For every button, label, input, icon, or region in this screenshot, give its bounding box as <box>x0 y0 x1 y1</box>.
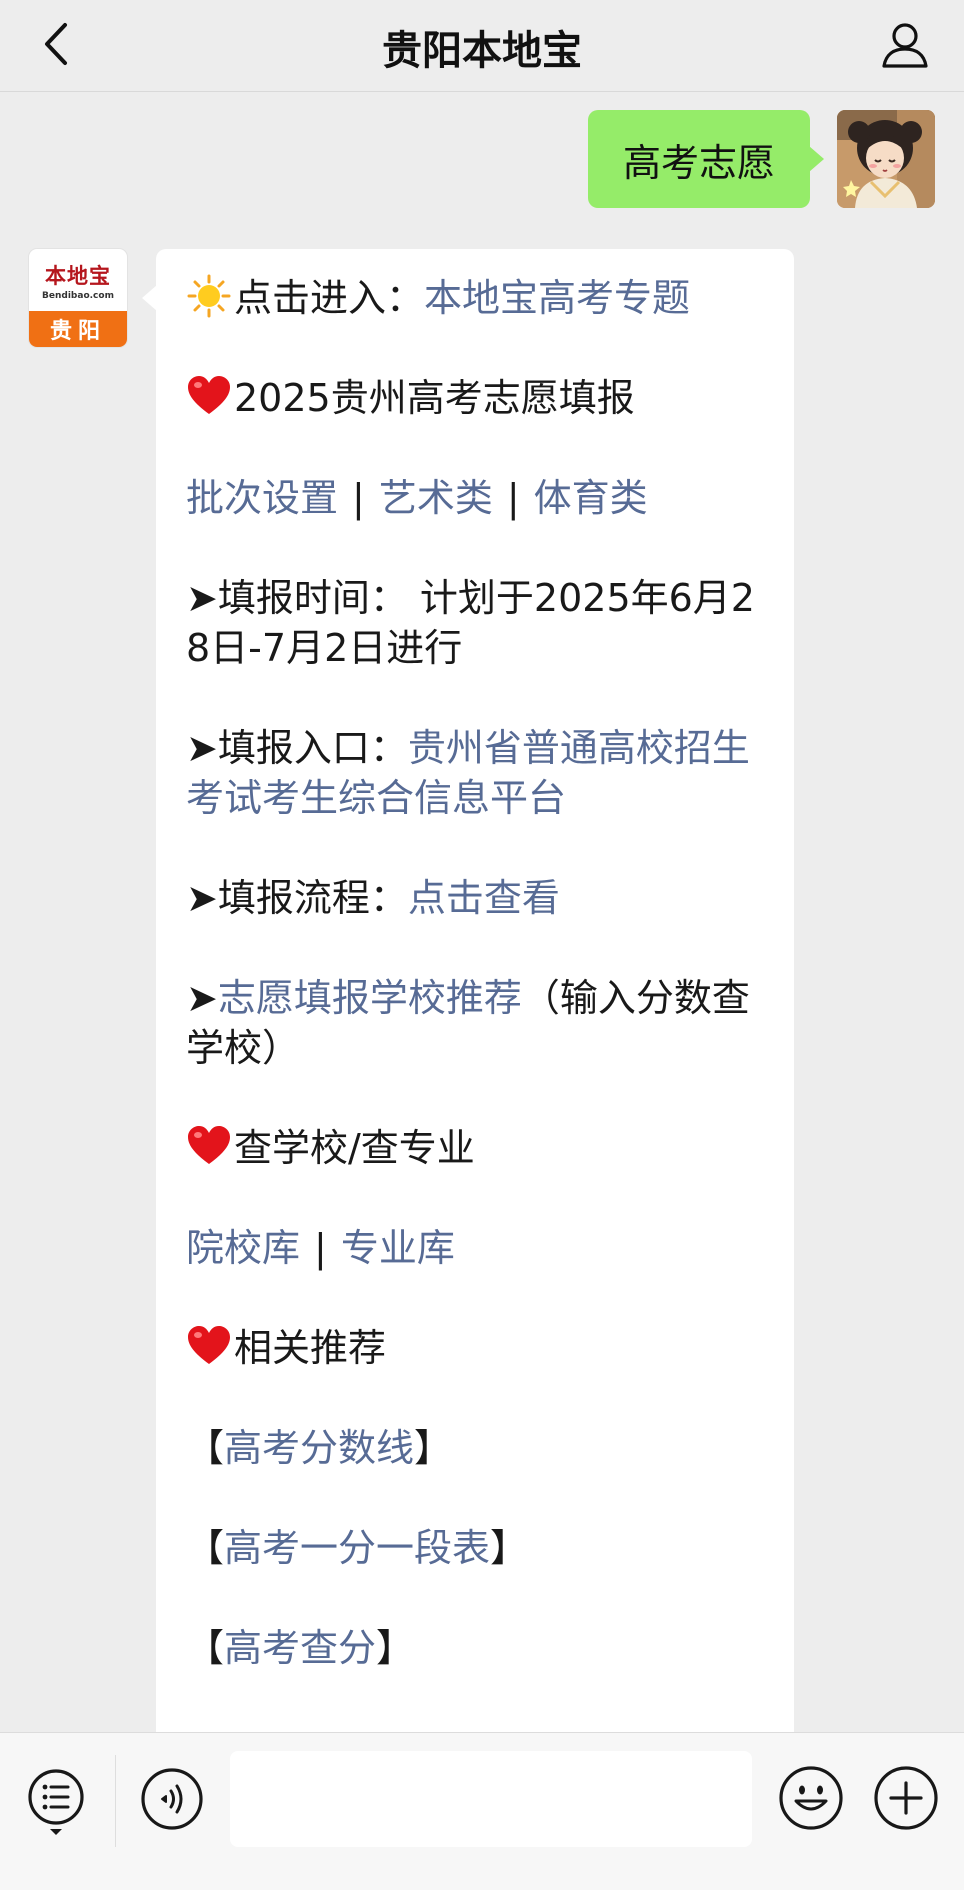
special-topic-link[interactable]: 本地宝高考专题 <box>424 276 690 320</box>
bracket-open: 【 <box>186 1426 225 1470</box>
score-query-link[interactable]: 高考查分 <box>224 1626 376 1670</box>
line-heading-search: 查学校/查专业 <box>186 1123 766 1173</box>
smiley-icon <box>779 1766 843 1830</box>
line-special-topic: 点击进入：本地宝高考专题 <box>186 273 766 323</box>
list-menu-icon <box>28 1769 84 1835</box>
bracket-open: 【 <box>186 1526 225 1570</box>
view-process-link[interactable]: 点击查看 <box>408 876 560 920</box>
line-prefix: ➤填报流程： <box>186 876 408 920</box>
line-category-links: 批次设置 | 艺术类 | 体育类 <box>186 473 766 523</box>
input-bar <box>0 1732 964 1890</box>
profile-button[interactable] <box>872 12 938 78</box>
line-database-links: 院校库 | 专业库 <box>186 1223 766 1273</box>
line-prefix: ➤ <box>186 976 218 1020</box>
school-database-link[interactable]: 院校库 <box>186 1226 300 1270</box>
person-icon <box>882 23 928 68</box>
line-score-table: 【高考一分一段表】 <box>186 1523 766 1573</box>
plus-icon <box>874 1766 938 1830</box>
red-heart-icon <box>188 1326 230 1364</box>
line-heading-gaokao: 2025贵州高考志愿填报 <box>186 373 766 423</box>
user-message-text: 高考志愿 <box>622 140 775 185</box>
line-score-query: 【高考查分】 <box>186 1623 766 1673</box>
bracket-open: 【 <box>186 1626 225 1670</box>
sun-emoji-icon <box>187 274 231 318</box>
bot-message-bubble: 点击进入：本地宝高考专题 2025贵州高考志愿填报 批次设置 | 艺术类 | 体育类 ➤… <box>142 249 794 1732</box>
line-heading-related: 相关推荐 <box>186 1323 766 1373</box>
menu-switch-button[interactable] <box>26 1767 90 1839</box>
separator: | <box>352 476 365 520</box>
bendibao-logo: 本地宝 Bendibao.com <box>29 249 127 311</box>
line-fill-time: ➤填报时间： 计划于2025年6月28日-7月2日进行 <box>186 576 755 670</box>
red-heart-icon <box>188 1126 230 1164</box>
logo-brand-text: 本地宝 <box>45 262 111 288</box>
art-category-link[interactable]: 艺术类 <box>379 476 493 520</box>
score-table-link[interactable]: 高考一分一段表 <box>224 1526 490 1570</box>
heading-text: 2025贵州高考志愿填报 <box>234 376 635 420</box>
heading-text: 相关推荐 <box>234 1326 387 1370</box>
heading-text: 查学校/查专业 <box>234 1126 475 1170</box>
separator: | <box>506 476 520 520</box>
bracket-close: 】 <box>376 1626 415 1670</box>
message-input[interactable] <box>230 1751 752 1847</box>
line-prefix: 点击进入： <box>234 276 425 320</box>
school-recommend-link[interactable]: 志愿填报学校推荐 <box>218 976 522 1020</box>
separator: | <box>314 1226 327 1270</box>
more-functions-button[interactable] <box>873 1765 939 1831</box>
batch-settings-link[interactable]: 批次设置 <box>186 476 338 520</box>
sports-category-link[interactable]: 体育类 <box>534 476 648 520</box>
logo-site-text: Bendibao.com <box>42 290 114 301</box>
user-avatar[interactable] <box>837 110 935 208</box>
anime-girl-avatar-image <box>837 110 935 208</box>
line-school-recommend: ➤志愿填报学校推荐（输入分数查学校） <box>186 973 766 1073</box>
bracket-close: 】 <box>490 1526 529 1570</box>
logo-city-text: 贵阳 <box>29 311 127 347</box>
line-fill-entrance: ➤填报入口：贵州省普通高校招生考试考生综合信息平台 <box>186 723 766 823</box>
voice-icon <box>141 1768 203 1830</box>
bracket-close: 】 <box>414 1426 453 1470</box>
chat-area[interactable]: 高考志愿 本地宝 Bendibao.com 贵阳 点击进入：本地宝高考专题 20… <box>0 92 964 1732</box>
line-score-line: 【高考分数线】 <box>186 1423 766 1473</box>
line-fill-process: ➤填报流程：点击查看 <box>186 873 766 923</box>
voice-input-button[interactable] <box>140 1767 204 1831</box>
official-account-avatar[interactable]: 本地宝 Bendibao.com 贵阳 <box>29 249 127 347</box>
user-message-bubble[interactable]: 高考志愿 <box>588 110 824 208</box>
line-prefix: ➤填报入口： <box>186 726 408 770</box>
major-database-link[interactable]: 专业库 <box>341 1226 455 1270</box>
red-heart-icon <box>188 376 230 414</box>
divider <box>115 1755 116 1847</box>
score-line-link[interactable]: 高考分数线 <box>224 1426 414 1470</box>
page-title: 贵阳本地宝 <box>382 28 582 74</box>
emoji-button[interactable] <box>778 1765 844 1831</box>
top-bar: 贵阳本地宝 <box>0 0 964 92</box>
